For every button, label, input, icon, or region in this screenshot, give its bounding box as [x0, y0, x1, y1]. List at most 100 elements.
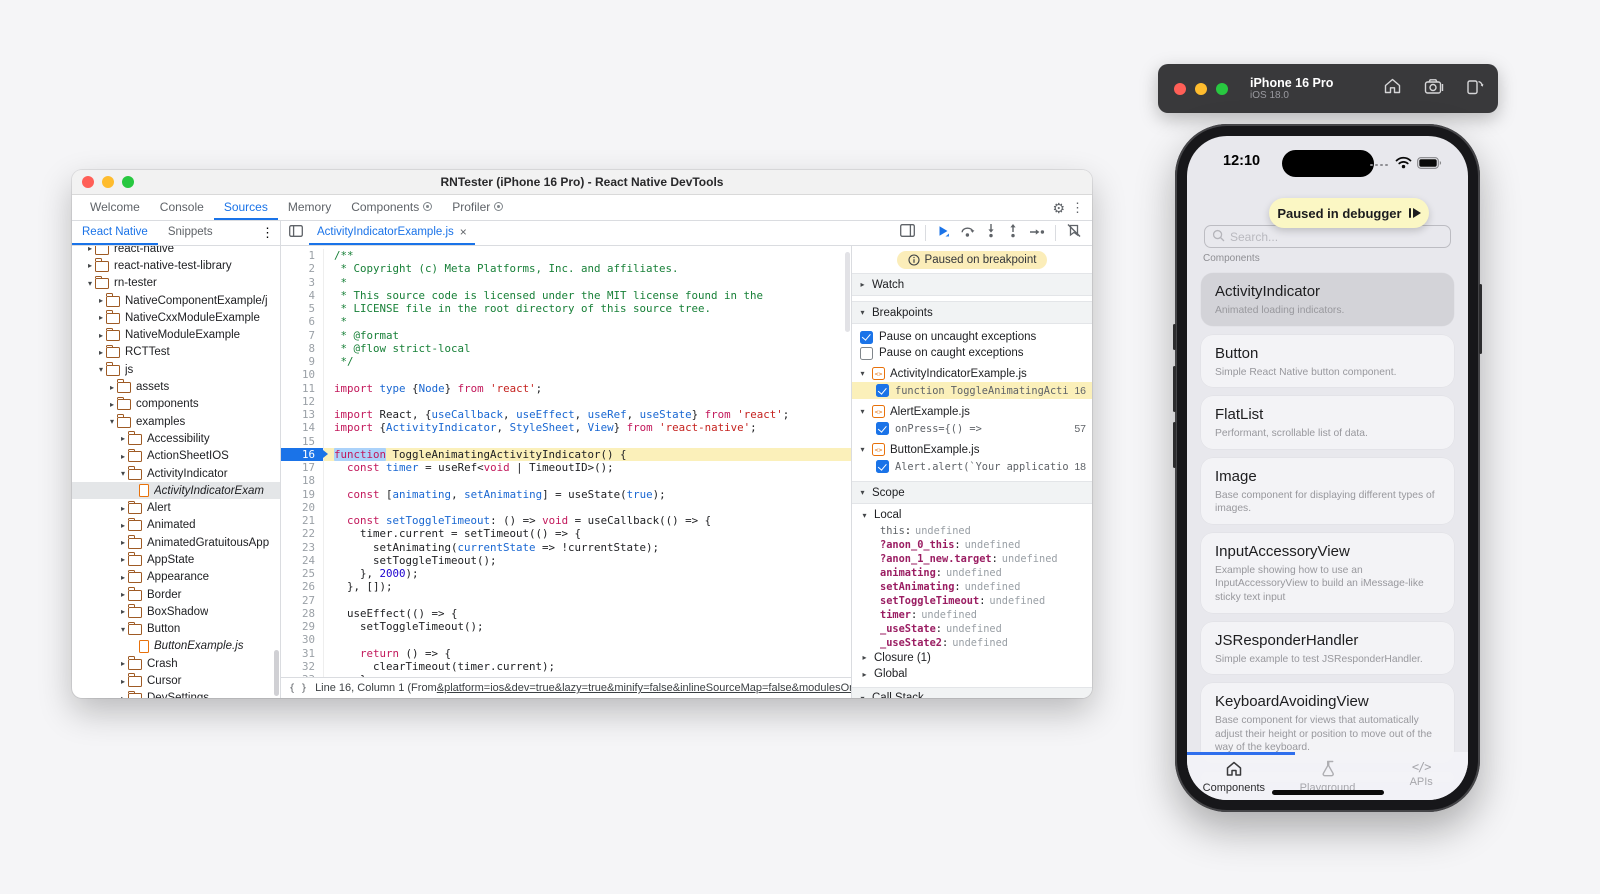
checkbox-checked[interactable]: [876, 384, 889, 397]
line-number[interactable]: 27: [281, 594, 323, 607]
tree-item-appearance[interactable]: ▸Appearance: [72, 569, 280, 586]
tree-item-appstate[interactable]: ▸AppState: [72, 551, 280, 568]
step-out-icon[interactable]: [1007, 223, 1019, 243]
line-number[interactable]: 17: [281, 461, 323, 474]
tab-welcome[interactable]: Welcome: [80, 195, 150, 220]
tab-components[interactable]: Components: [341, 195, 442, 220]
line-number[interactable]: 32: [281, 660, 323, 673]
navigator-overflow-icon[interactable]: ⋮: [261, 225, 280, 241]
step-into-icon[interactable]: [985, 223, 997, 243]
component-card-image[interactable]: ImageBase component for displaying diffe…: [1201, 458, 1454, 524]
tree-item-rn-tester[interactable]: ▾rn-tester: [72, 275, 280, 292]
tree-item-rcttest[interactable]: ▸RCTTest: [72, 344, 280, 361]
tree-item-boxshadow[interactable]: ▸BoxShadow: [72, 603, 280, 620]
resume-script-icon[interactable]: [936, 224, 950, 243]
line-number[interactable]: 5: [281, 302, 323, 315]
line-number[interactable]: 25: [281, 567, 323, 580]
close-tab-icon[interactable]: ×: [460, 225, 467, 239]
breakpoint-entry[interactable]: onPress={() =>57: [852, 420, 1092, 437]
zoom-window-button[interactable]: [1216, 83, 1228, 95]
component-card-button[interactable]: ButtonSimple React Native button compone…: [1201, 335, 1454, 388]
tree-scrollbar[interactable]: [274, 650, 279, 696]
home-indicator[interactable]: [1272, 790, 1384, 795]
home-button-icon[interactable]: [1383, 77, 1402, 100]
tree-item-cursor[interactable]: ▸Cursor: [72, 672, 280, 689]
step-icon[interactable]: [1029, 224, 1045, 242]
line-number[interactable]: 15: [281, 435, 323, 448]
line-number[interactable]: 6: [281, 315, 323, 328]
line-number[interactable]: 1: [281, 249, 323, 262]
line-number[interactable]: 13: [281, 408, 323, 421]
tree-item-activityindicatorexam[interactable]: ActivityIndicatorExam: [72, 482, 280, 499]
tree-item-assets[interactable]: ▸assets: [72, 378, 280, 395]
screenshot-camera-icon[interactable]: [1424, 78, 1444, 100]
tree-item-nativemoduleexample[interactable]: ▸NativeModuleExample: [72, 326, 280, 343]
pause-uncaught-exceptions-row[interactable]: Pause on uncaught exceptions: [852, 329, 1092, 345]
scope-section-header[interactable]: ▾ Scope: [852, 481, 1092, 504]
line-number[interactable]: 22: [281, 527, 323, 540]
checkbox-checked[interactable]: [876, 422, 889, 435]
pane-tab-snippets[interactable]: Snippets: [158, 221, 223, 245]
checkbox-unchecked[interactable]: [860, 347, 873, 360]
line-number[interactable]: 7: [281, 329, 323, 342]
line-number[interactable]: 14: [281, 421, 323, 434]
line-number[interactable]: 2: [281, 262, 323, 275]
tabbar-playground[interactable]: Playground: [1281, 760, 1375, 794]
line-number[interactable]: 26: [281, 580, 323, 593]
tree-item-activityindicator[interactable]: ▾ActivityIndicator: [72, 465, 280, 482]
line-number[interactable]: 3: [281, 276, 323, 289]
tab-sources[interactable]: Sources: [214, 195, 278, 220]
window-titlebar[interactable]: RNTester (iPhone 16 Pro) - React Native …: [72, 170, 1092, 195]
simulator-traffic-lights[interactable]: [1174, 83, 1228, 95]
tree-item-react-native[interactable]: ▸react-native: [72, 246, 280, 257]
settings-gear-icon[interactable]: ⚙: [1052, 201, 1065, 215]
component-card-jsresponderhandler[interactable]: JSResponderHandlerSimple example to test…: [1201, 622, 1454, 675]
tree-item-js[interactable]: ▾js: [72, 361, 280, 378]
hide-navigator-icon[interactable]: [289, 224, 303, 242]
breakpoint-file-activityindicatorexample-js[interactable]: ▾<>ActivityIndicatorExample.js: [852, 365, 1092, 382]
deactivate-breakpoints-icon[interactable]: [1066, 223, 1082, 243]
breakpoints-section-header[interactable]: ▾ Breakpoints: [852, 301, 1092, 324]
checkbox-checked[interactable]: [860, 331, 873, 344]
minimize-window-button[interactable]: [1195, 83, 1207, 95]
search-input[interactable]: Search...: [1204, 225, 1451, 248]
tree-item-border[interactable]: ▸Border: [72, 586, 280, 603]
tree-item-animated[interactable]: ▸Animated: [72, 517, 280, 534]
rotate-device-icon[interactable]: [1466, 77, 1484, 100]
toggle-sidebar-icon[interactable]: [900, 224, 915, 242]
tree-item-nativecxxmoduleexample[interactable]: ▸NativeCxxModuleExample: [72, 309, 280, 326]
line-number[interactable]: 33: [281, 673, 323, 677]
line-number[interactable]: 24: [281, 554, 323, 567]
component-card-activityindicator[interactable]: ActivityIndicatorAnimated loading indica…: [1201, 273, 1454, 326]
breakpoint-file-buttonexample-js[interactable]: ▾<>ButtonExample.js: [852, 441, 1092, 458]
resume-icon[interactable]: [1409, 208, 1421, 218]
line-number[interactable]: 23: [281, 541, 323, 554]
breakpoint-entry[interactable]: function ToggleAnimatingActiv…16: [852, 382, 1092, 399]
line-number[interactable]: 30: [281, 633, 323, 646]
line-number[interactable]: 11: [281, 382, 323, 395]
tab-profiler[interactable]: Profiler: [442, 195, 513, 220]
tree-item-animatedgratuitousapp[interactable]: ▸AnimatedGratuitousApp: [72, 534, 280, 551]
step-over-icon[interactable]: [960, 224, 975, 243]
line-number[interactable]: 9: [281, 355, 323, 368]
checkbox-checked[interactable]: [876, 460, 889, 473]
tabbar-apis[interactable]: </> APIs: [1374, 760, 1468, 788]
tree-item-button[interactable]: ▾Button: [72, 621, 280, 638]
editor-scrollbar[interactable]: [845, 252, 850, 332]
tab-console[interactable]: Console: [150, 195, 214, 220]
tree-item-alert[interactable]: ▸Alert: [72, 499, 280, 516]
file-tab-activityindicatorexample[interactable]: ActivityIndicatorExample.js ×: [309, 221, 475, 245]
tree-item-components[interactable]: ▸components: [72, 396, 280, 413]
tree-item-accessibility[interactable]: ▸Accessibility: [72, 430, 280, 447]
component-card-inputaccessoryview[interactable]: InputAccessoryViewExample showing how to…: [1201, 533, 1454, 613]
scope-local-header[interactable]: ▾ Local: [852, 507, 1092, 524]
watch-section-header[interactable]: ▸ Watch: [852, 273, 1092, 296]
scope-closure-header[interactable]: ▸ Closure (1): [852, 650, 1092, 667]
line-number[interactable]: 8: [281, 342, 323, 355]
component-card-keyboardavoidingview[interactable]: KeyboardAvoidingViewBase component for v…: [1201, 683, 1454, 763]
callstack-section-header[interactable]: ▾ Call Stack: [852, 687, 1092, 699]
tree-item-buttonexample-js[interactable]: ButtonExample.js: [72, 638, 280, 655]
pane-tab-react-native[interactable]: React Native: [72, 221, 158, 245]
line-number[interactable]: 19: [281, 488, 323, 501]
tree-item-react-native-test-library[interactable]: ▸react-native-test-library: [72, 257, 280, 274]
